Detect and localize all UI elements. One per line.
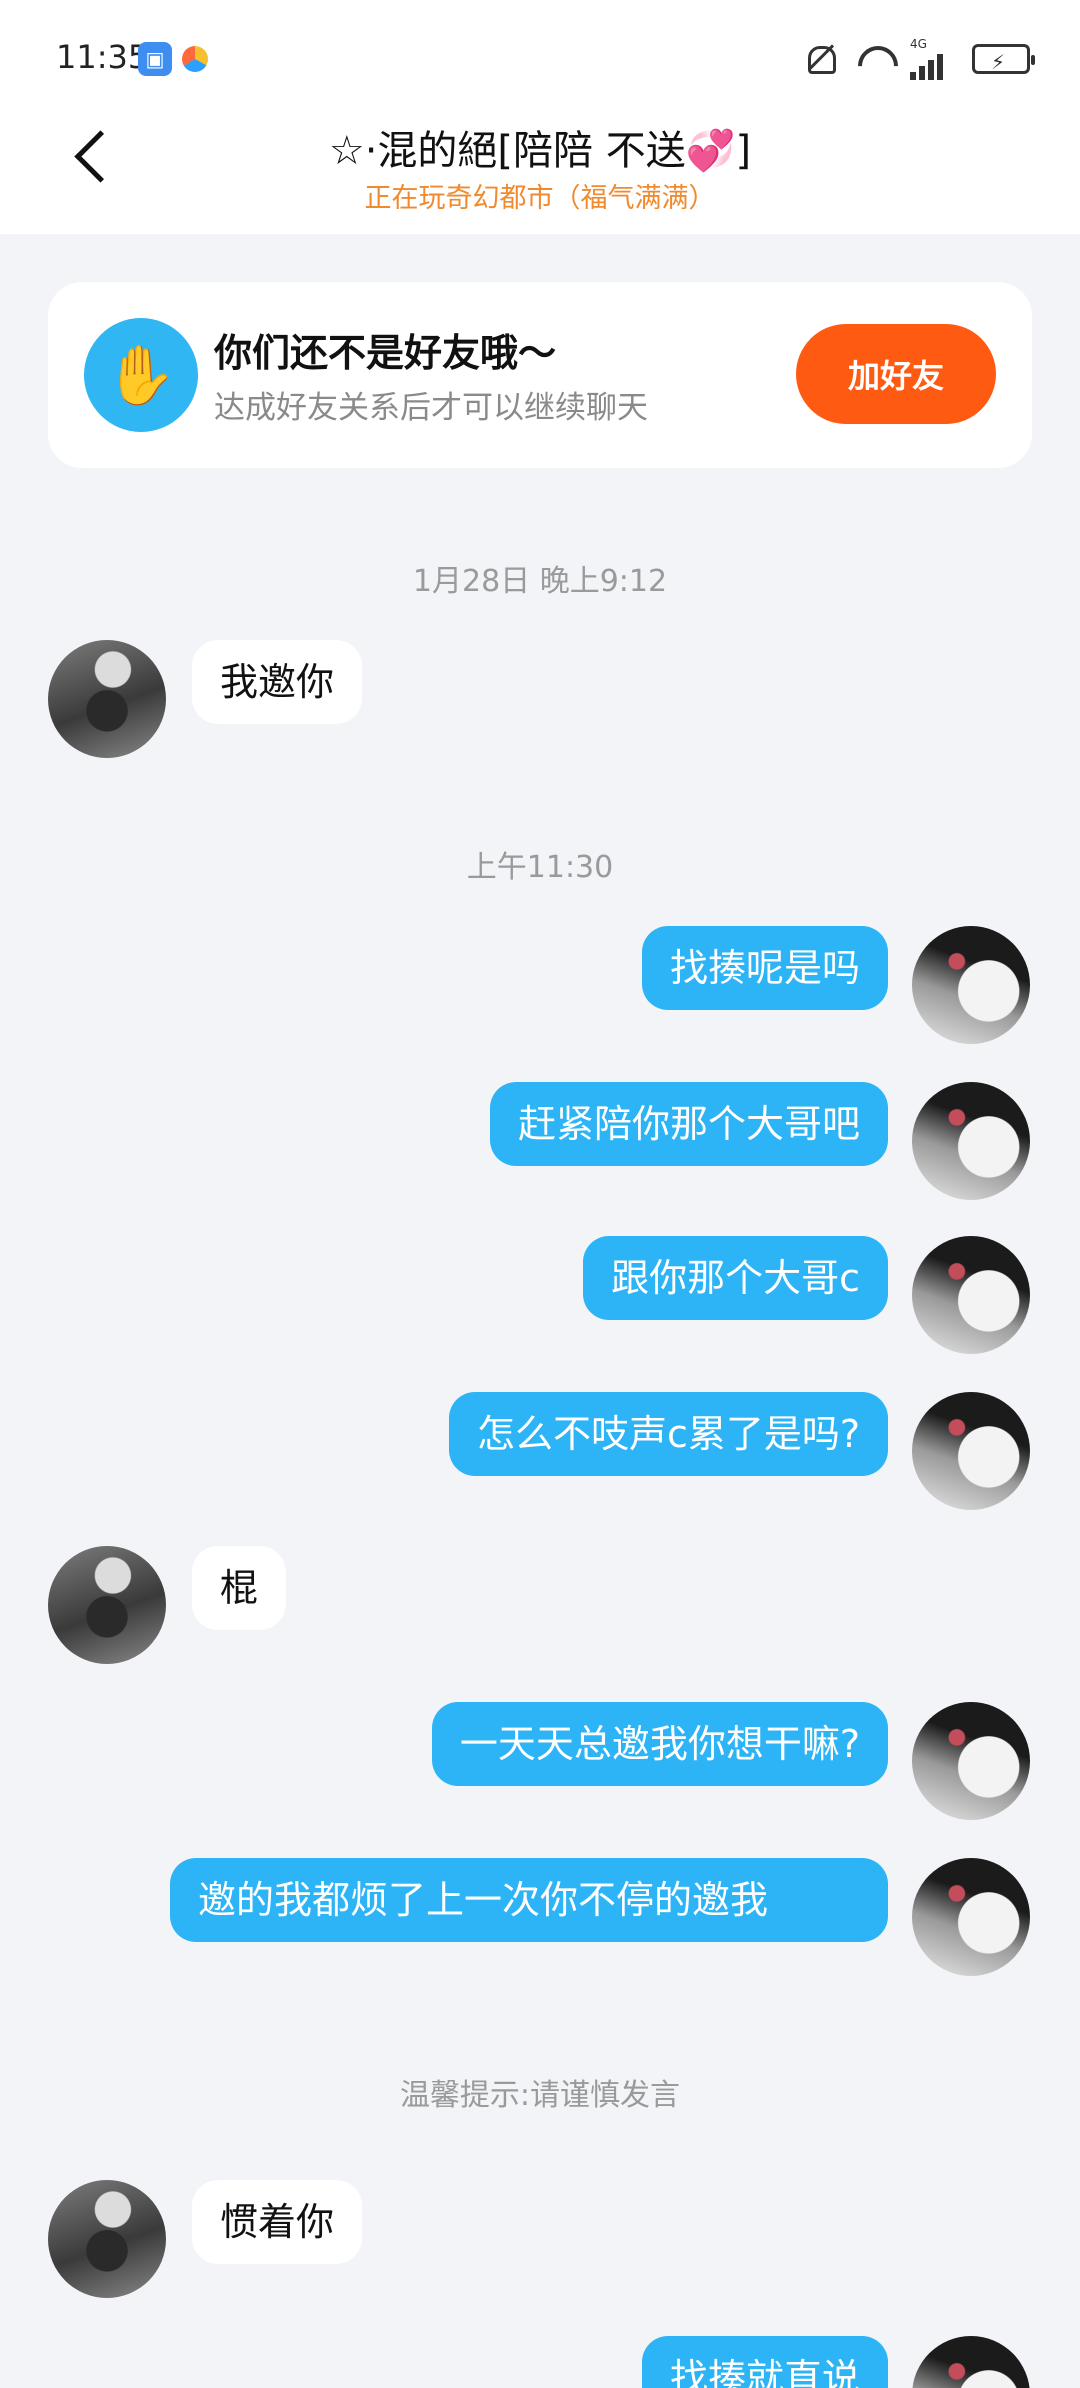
timestamp: 上午11:30 [466, 850, 614, 885]
avatar[interactable] [48, 1546, 166, 1664]
chat-header: ☆·混的絕[陪陪 不送💞] 正在玩奇幻都市（福气满满） [0, 100, 1080, 234]
status-time: 11:35 [56, 38, 149, 76]
message-bubble-outgoing[interactable]: 找揍呢是吗 [641, 926, 888, 1010]
message-bubble-outgoing[interactable]: 怎么不吱声c累了是吗? [448, 1392, 888, 1476]
signal-group: 4G [910, 38, 954, 80]
avatar[interactable] [912, 926, 1030, 1044]
banner-description: 达成好友关系后才可以继续聊天 [214, 390, 648, 426]
avatar[interactable] [912, 1082, 1030, 1200]
status-bar: 11:35 ▣ 4G ⚡ [0, 0, 1080, 100]
avatar[interactable] [912, 2336, 1030, 2388]
chat-title[interactable]: ☆·混的絕[陪陪 不送💞] [0, 118, 1080, 176]
message-bubble-outgoing[interactable]: 找揍就直说 [641, 2336, 888, 2388]
avatar[interactable] [48, 640, 166, 758]
safety-tip: 温馨提示:请谨慎发言 [399, 2078, 681, 2113]
avatar[interactable] [912, 1702, 1030, 1820]
add-friend-button[interactable]: 加好友 [796, 324, 996, 424]
avatar[interactable] [912, 1392, 1030, 1510]
signal-icon [910, 50, 954, 80]
status-icons: 4G ⚡ [802, 38, 1035, 80]
avatar[interactable] [48, 2180, 166, 2298]
avatar[interactable] [912, 1236, 1030, 1354]
weather-app-icon [182, 46, 208, 72]
message-bubble-outgoing[interactable]: 一天天总邀我你想干嘛? [431, 1702, 888, 1786]
wifi-icon [856, 42, 892, 76]
message-bubble-incoming[interactable]: 棍 [192, 1546, 287, 1630]
timestamp: 1月28日 晚上9:12 [412, 564, 668, 599]
banner-title: 你们还不是好友哦～ [214, 331, 557, 375]
battery-charging-icon: ⚡ [972, 44, 1035, 74]
message-bubble-outgoing[interactable]: 跟你那个大哥c [583, 1236, 888, 1320]
network-label: 4G [910, 37, 927, 51]
bell-muted-icon [802, 42, 838, 76]
chat-subtitle[interactable]: 正在玩奇幻都市（福气满满） [0, 176, 1080, 215]
avatar[interactable] [912, 1858, 1030, 1976]
waving-hand-icon: ✋ [84, 318, 198, 432]
message-bubble-outgoing[interactable]: 邀的我都烦了上一次你不停的邀我 [170, 1858, 888, 1942]
chat-screen: 11:35 ▣ 4G ⚡ ☆·混的絕[陪陪 不送💞] 正在玩奇幻都市（福气满满）… [0, 0, 1080, 2388]
app-badge-icon: ▣ [138, 42, 172, 76]
message-bubble-incoming[interactable]: 我邀你 [192, 640, 363, 724]
not-friends-banner: ✋ 你们还不是好友哦～ 达成好友关系后才可以继续聊天 加好友 [48, 282, 1032, 468]
message-bubble-outgoing[interactable]: 赶紧陪你那个大哥吧 [489, 1082, 888, 1166]
message-bubble-incoming[interactable]: 惯着你 [192, 2180, 363, 2264]
